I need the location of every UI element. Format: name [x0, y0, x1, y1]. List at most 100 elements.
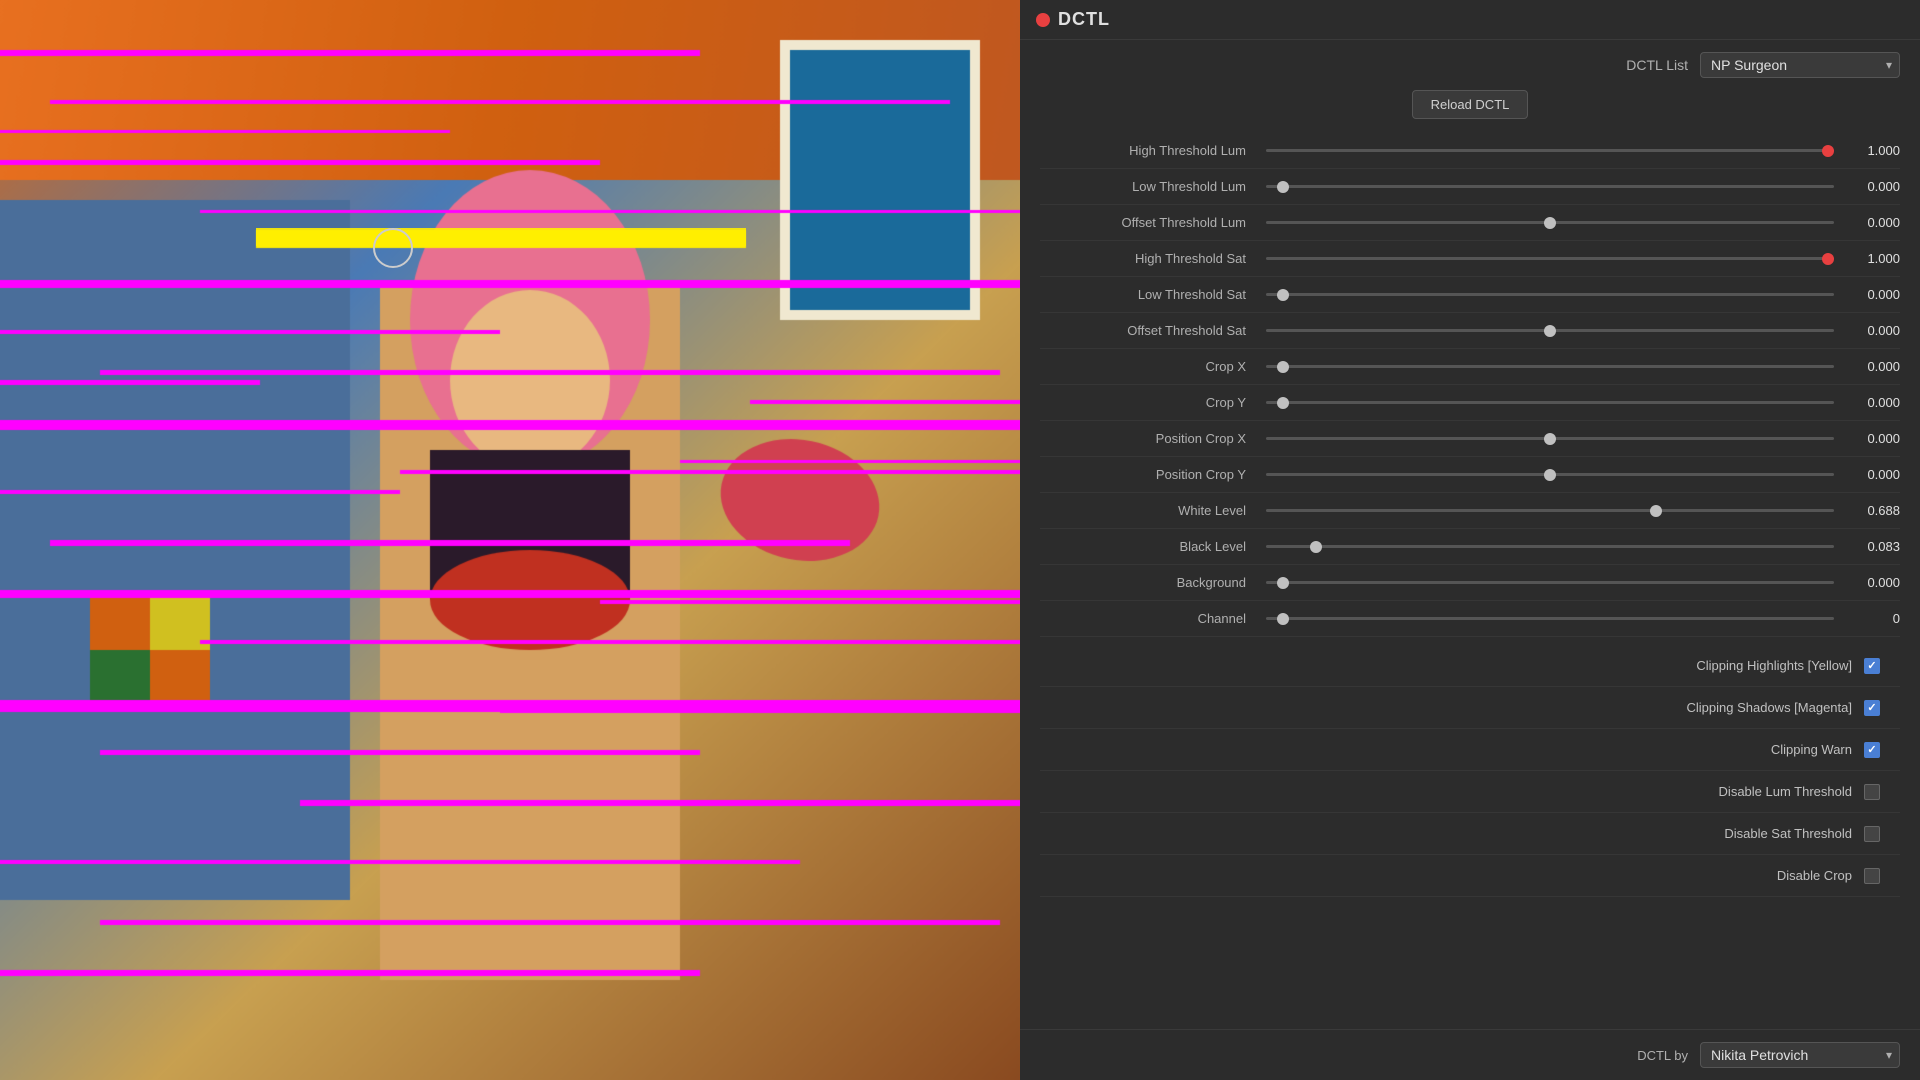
params-container: High Threshold Lum 1.000 Low Threshold Lum…: [1040, 133, 1900, 637]
preview-area: [0, 0, 1020, 1080]
param-label: Offset Threshold Sat: [1040, 323, 1260, 338]
checkbox-row-disable-sat-threshold: Disable Sat Threshold: [1040, 813, 1900, 855]
param-slider-container: [1260, 509, 1840, 512]
param-row-position-crop-y: Position Crop Y 0.000: [1040, 457, 1900, 493]
param-slider[interactable]: [1266, 293, 1834, 296]
dctl-list-dropdown[interactable]: NP Surgeon: [1700, 52, 1900, 78]
param-label: Position Crop Y: [1040, 467, 1260, 482]
param-slider[interactable]: [1266, 509, 1834, 512]
param-label: Low Threshold Lum: [1040, 179, 1260, 194]
param-slider[interactable]: [1266, 617, 1834, 620]
param-slider-container: [1260, 401, 1840, 404]
param-slider-container: [1260, 293, 1840, 296]
param-value: 0.000: [1840, 359, 1900, 374]
param-value: 0.000: [1840, 395, 1900, 410]
checkbox-label: Disable Sat Threshold: [1724, 826, 1852, 841]
dctl-by-row: DCTL by Nikita Petrovich ▾: [1020, 1029, 1920, 1080]
param-row-high-threshold-lum: High Threshold Lum 1.000: [1040, 133, 1900, 169]
checkbox-label: Clipping Warn: [1771, 742, 1852, 757]
param-slider-container: [1260, 473, 1840, 476]
param-row-offset-threshold-sat: Offset Threshold Sat 0.000: [1040, 313, 1900, 349]
param-label: Channel: [1040, 611, 1260, 626]
checkbox-row-disable-crop: Disable Crop: [1040, 855, 1900, 897]
param-row-crop-x: Crop X 0.000: [1040, 349, 1900, 385]
param-label: Crop X: [1040, 359, 1260, 374]
param-row-high-threshold-sat: High Threshold Sat 1.000: [1040, 241, 1900, 277]
param-slider[interactable]: [1266, 149, 1834, 152]
checkbox-row-clipping-warn: Clipping Warn: [1040, 729, 1900, 771]
param-label: Background: [1040, 575, 1260, 590]
param-label: Offset Threshold Lum: [1040, 215, 1260, 230]
checkboxes-container: Clipping Highlights [Yellow] Clipping Sha…: [1040, 645, 1900, 897]
param-slider-container: [1260, 365, 1840, 368]
param-slider-container: [1260, 221, 1840, 224]
reload-dctl-button[interactable]: Reload DCTL: [1412, 90, 1529, 119]
param-row-white-level: White Level 0.688: [1040, 493, 1900, 529]
param-value: 0.083: [1840, 539, 1900, 554]
dctl-by-dropdown-wrapper: Nikita Petrovich ▾: [1700, 1042, 1900, 1068]
checkbox-label: Disable Lum Threshold: [1719, 784, 1852, 799]
checkbox-input[interactable]: [1864, 826, 1880, 842]
param-row-crop-y: Crop Y 0.000: [1040, 385, 1900, 421]
checkbox-label: Disable Crop: [1777, 868, 1852, 883]
checkbox-row-disable-lum-threshold: Disable Lum Threshold: [1040, 771, 1900, 813]
param-label: High Threshold Lum: [1040, 143, 1260, 158]
dctl-list-dropdown-wrapper: NP Surgeon ▾: [1700, 52, 1900, 78]
dctl-by-label: DCTL by: [1637, 1048, 1688, 1063]
checkbox-input[interactable]: [1864, 742, 1880, 758]
checkbox-label: Clipping Shadows [Magenta]: [1687, 700, 1853, 715]
param-slider-container: [1260, 329, 1840, 332]
param-value: 0.000: [1840, 575, 1900, 590]
param-row-black-level: Black Level 0.083: [1040, 529, 1900, 565]
param-slider[interactable]: [1266, 365, 1834, 368]
dctl-list-label: DCTL List: [1626, 57, 1688, 73]
checkbox-row-clipping-highlights-[yellow]: Clipping Highlights [Yellow]: [1040, 645, 1900, 687]
checkbox-input[interactable]: [1864, 700, 1880, 716]
param-row-position-crop-x: Position Crop X 0.000: [1040, 421, 1900, 457]
right-panel: DCTL DCTL List NP Surgeon ▾ Reload DCTL …: [1020, 0, 1920, 1080]
checkbox-row-clipping-shadows-[magenta]: Clipping Shadows [Magenta]: [1040, 687, 1900, 729]
param-slider[interactable]: [1266, 221, 1834, 224]
param-slider[interactable]: [1266, 545, 1834, 548]
param-label: High Threshold Sat: [1040, 251, 1260, 266]
param-label: White Level: [1040, 503, 1260, 518]
param-slider[interactable]: [1266, 473, 1834, 476]
preview-canvas: [0, 0, 1020, 1080]
param-row-low-threshold-lum: Low Threshold Lum 0.000: [1040, 169, 1900, 205]
checkbox-label: Clipping Highlights [Yellow]: [1696, 658, 1852, 673]
panel-header: DCTL: [1020, 0, 1920, 40]
param-label: Position Crop X: [1040, 431, 1260, 446]
param-slider-container: [1260, 185, 1840, 188]
checkbox-input[interactable]: [1864, 784, 1880, 800]
param-label: Low Threshold Sat: [1040, 287, 1260, 302]
param-value: 0.000: [1840, 431, 1900, 446]
param-slider[interactable]: [1266, 581, 1834, 584]
param-value: 0.688: [1840, 503, 1900, 518]
param-value: 0.000: [1840, 467, 1900, 482]
param-value: 1.000: [1840, 143, 1900, 158]
dctl-by-dropdown[interactable]: Nikita Petrovich: [1700, 1042, 1900, 1068]
dctl-list-row: DCTL List NP Surgeon ▾: [1040, 52, 1900, 78]
param-value: 0.000: [1840, 179, 1900, 194]
param-value: 1.000: [1840, 251, 1900, 266]
checkbox-input[interactable]: [1864, 658, 1880, 674]
param-slider[interactable]: [1266, 401, 1834, 404]
param-value: 0.000: [1840, 323, 1900, 338]
checkbox-input[interactable]: [1864, 868, 1880, 884]
param-row-offset-threshold-lum: Offset Threshold Lum0.000: [1040, 205, 1900, 241]
yellow-band: [256, 228, 746, 246]
param-slider[interactable]: [1266, 257, 1834, 260]
param-value: 0: [1840, 611, 1900, 626]
param-slider[interactable]: [1266, 185, 1834, 188]
param-slider[interactable]: [1266, 437, 1834, 440]
panel-content: DCTL List NP Surgeon ▾ Reload DCTL High …: [1020, 40, 1920, 1029]
param-value: 0.000: [1840, 287, 1900, 302]
param-row-low-threshold-sat: Low Threshold Sat 0.000: [1040, 277, 1900, 313]
param-label: Crop Y: [1040, 395, 1260, 410]
param-label: Black Level: [1040, 539, 1260, 554]
param-slider-container: [1260, 437, 1840, 440]
red-dot-indicator: [1036, 13, 1050, 27]
param-slider-container: [1260, 257, 1840, 260]
param-slider[interactable]: [1266, 329, 1834, 332]
param-row-background: Background 0.000: [1040, 565, 1900, 601]
